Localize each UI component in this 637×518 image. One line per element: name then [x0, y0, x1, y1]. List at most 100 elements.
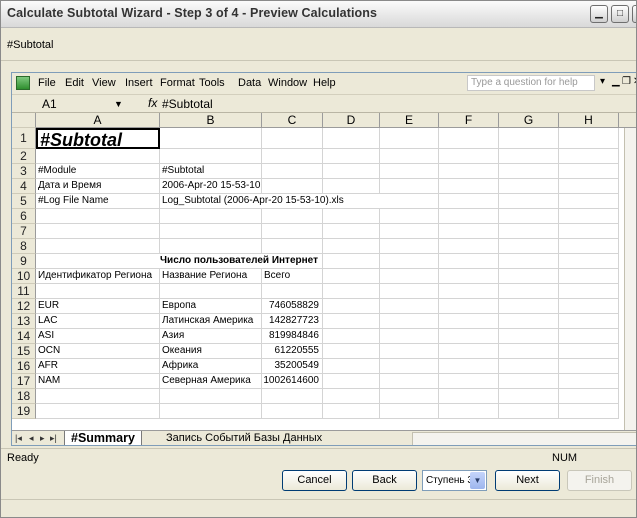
- region-total-cell[interactable]: 142827723: [262, 314, 323, 329]
- select-all-corner[interactable]: [12, 113, 36, 128]
- grid-cell[interactable]: [499, 374, 559, 389]
- grid-cell[interactable]: [439, 128, 499, 149]
- name-box[interactable]: A1 ▼: [42, 97, 142, 111]
- grid-cell[interactable]: [160, 404, 262, 419]
- grid-cell[interactable]: [499, 359, 559, 374]
- grid-cell[interactable]: [160, 149, 262, 164]
- grid-cell[interactable]: [499, 299, 559, 314]
- menu-file[interactable]: File: [38, 77, 56, 89]
- doc-minimize-icon[interactable]: ▁: [612, 76, 620, 87]
- region-total-cell[interactable]: 746058829: [262, 299, 323, 314]
- grid-cell[interactable]: [262, 284, 323, 299]
- grid-cell[interactable]: [439, 329, 499, 344]
- region-id-cell[interactable]: LAC: [36, 314, 160, 329]
- grid-cell[interactable]: [559, 314, 619, 329]
- row-header[interactable]: 15: [12, 344, 36, 359]
- grid-cell[interactable]: [439, 269, 499, 284]
- grid-cell[interactable]: [380, 314, 439, 329]
- grid-cell[interactable]: [559, 344, 619, 359]
- region-name-cell[interactable]: Азия: [160, 329, 262, 344]
- row-header[interactable]: 7: [12, 224, 36, 239]
- grid-cell[interactable]: [499, 179, 559, 194]
- table-header-cell[interactable]: Название Региона: [160, 269, 262, 284]
- menu-tools[interactable]: Tools: [199, 77, 225, 89]
- grid-cell[interactable]: [559, 404, 619, 419]
- formula-content[interactable]: #Subtotal: [162, 97, 213, 111]
- grid-cell[interactable]: [36, 284, 160, 299]
- row-header[interactable]: 10: [12, 269, 36, 284]
- sheet-tab-db-log[interactable]: Запись Событий Базы Данных: [160, 431, 328, 445]
- doc-restore-icon[interactable]: ❐: [622, 76, 631, 87]
- grid-cell[interactable]: [499, 149, 559, 164]
- meta-label-cell[interactable]: #Module: [36, 164, 160, 179]
- region-name-cell[interactable]: Океания: [160, 344, 262, 359]
- grid-cell[interactable]: [559, 284, 619, 299]
- grid-cell[interactable]: [439, 224, 499, 239]
- grid-cell[interactable]: [262, 128, 323, 149]
- grid-cell[interactable]: [323, 128, 380, 149]
- column-header[interactable]: H: [559, 113, 619, 128]
- meta-label-cell[interactable]: #Log File Name: [36, 194, 160, 209]
- grid-cell[interactable]: [262, 389, 323, 404]
- grid-cell[interactable]: [380, 299, 439, 314]
- table-header-cell[interactable]: Всего: [262, 269, 323, 284]
- grid-cell[interactable]: [323, 374, 380, 389]
- grid-cell[interactable]: [499, 389, 559, 404]
- grid-cell[interactable]: [160, 224, 262, 239]
- column-header[interactable]: A: [36, 113, 160, 128]
- table-header-cell[interactable]: Идентификатор Региона: [36, 269, 160, 284]
- region-id-cell[interactable]: NAM: [36, 374, 160, 389]
- grid-cell[interactable]: [262, 239, 323, 254]
- menu-view[interactable]: View: [92, 77, 116, 89]
- grid-cell[interactable]: [559, 209, 619, 224]
- row-header[interactable]: 18: [12, 389, 36, 404]
- grid-cell[interactable]: [380, 284, 439, 299]
- menu-edit[interactable]: Edit: [65, 77, 84, 89]
- maximize-button[interactable]: □: [611, 5, 629, 23]
- grid-cell[interactable]: [380, 149, 439, 164]
- grid-cell[interactable]: [439, 374, 499, 389]
- finish-button[interactable]: Finish: [567, 470, 632, 491]
- grid-cell[interactable]: [439, 299, 499, 314]
- grid-cell[interactable]: [439, 149, 499, 164]
- row-header[interactable]: 9: [12, 254, 36, 269]
- grid-cell[interactable]: [160, 239, 262, 254]
- column-header[interactable]: B: [160, 113, 262, 128]
- region-id-cell[interactable]: ASI: [36, 329, 160, 344]
- grid-cell[interactable]: [499, 284, 559, 299]
- grid-cell[interactable]: [323, 314, 380, 329]
- grid-cell[interactable]: [323, 389, 380, 404]
- last-sheet-icon[interactable]: ▸|: [50, 433, 57, 444]
- row-header[interactable]: 17: [12, 374, 36, 389]
- grid-cell[interactable]: [499, 404, 559, 419]
- region-total-cell[interactable]: 35200549: [262, 359, 323, 374]
- grid-cell[interactable]: [439, 389, 499, 404]
- title-cell-a1[interactable]: #Subtotal: [36, 128, 160, 150]
- region-total-cell[interactable]: 1002614600: [262, 374, 323, 389]
- grid-cell[interactable]: [380, 209, 439, 224]
- grid-cell[interactable]: [439, 284, 499, 299]
- grid-cell[interactable]: [559, 329, 619, 344]
- grid-cell[interactable]: [36, 239, 160, 254]
- row-header[interactable]: 11: [12, 284, 36, 299]
- row-header[interactable]: 1: [12, 128, 36, 149]
- grid-cell[interactable]: [380, 389, 439, 404]
- grid-cell[interactable]: [439, 254, 499, 269]
- grid-cell[interactable]: [499, 254, 559, 269]
- menu-help[interactable]: Help: [313, 77, 336, 89]
- column-header[interactable]: D: [323, 113, 380, 128]
- region-id-cell[interactable]: OCN: [36, 344, 160, 359]
- grid-cell[interactable]: [36, 149, 160, 164]
- column-header[interactable]: G: [499, 113, 559, 128]
- grid-cell[interactable]: [160, 284, 262, 299]
- grid-cell[interactable]: [323, 179, 380, 194]
- menu-insert[interactable]: Insert: [125, 77, 153, 89]
- grid-cell[interactable]: [380, 179, 439, 194]
- grid-cell[interactable]: [559, 359, 619, 374]
- grid-cell[interactable]: [439, 209, 499, 224]
- doc-close-icon[interactable]: ✕: [633, 76, 636, 87]
- row-header[interactable]: 12: [12, 299, 36, 314]
- grid-cell[interactable]: [323, 329, 380, 344]
- grid-cell[interactable]: [559, 254, 619, 269]
- grid-cell[interactable]: [499, 314, 559, 329]
